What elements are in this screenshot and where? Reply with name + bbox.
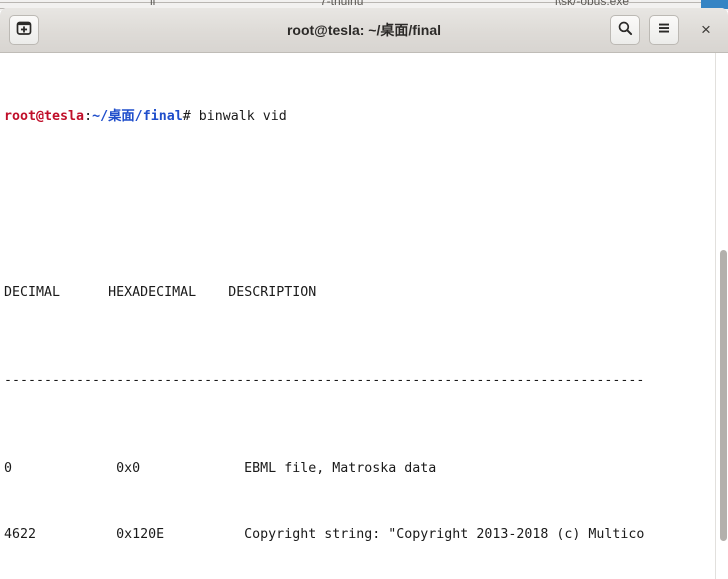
background-window-text-fragment-2: 7-thulhu xyxy=(320,0,363,5)
titlebar-right-buttons: × xyxy=(610,8,728,52)
terminal-output: root@tesla:~/桌面/final# binwalk vid DECIM… xyxy=(4,62,716,579)
close-button[interactable]: × xyxy=(692,16,720,44)
terminal-body[interactable]: root@tesla:~/桌面/final# binwalk vid DECIM… xyxy=(0,53,728,579)
background-window-text-fragment-3: l\sk/-opus.exe xyxy=(555,0,629,5)
menu-button[interactable] xyxy=(649,15,679,45)
column-header-hexadecimal: HEXADECIMAL xyxy=(108,285,197,300)
prompt-user-host: root@tesla xyxy=(4,109,85,124)
output-line: 0 0x0 EBML file, Matroska data xyxy=(4,461,437,476)
prompt-colon: : xyxy=(84,109,93,124)
hamburger-menu-icon xyxy=(656,20,672,40)
prompt-line: root@tesla:~/桌面/final# binwalk vid xyxy=(4,106,716,128)
search-button[interactable] xyxy=(610,15,640,45)
new-terminal-button[interactable] xyxy=(9,15,39,45)
terminal-scrollbar[interactable] xyxy=(715,53,728,579)
prompt-sigil: # xyxy=(182,109,199,124)
new-terminal-icon xyxy=(16,20,32,40)
column-gap-1 xyxy=(60,285,108,300)
search-icon xyxy=(617,20,633,40)
column-header-description: DESCRIPTION xyxy=(228,285,317,300)
output-line: 4622 0x120E Copyright string: "Copyright… xyxy=(4,527,645,542)
column-header-row: DECIMAL HEXADECIMAL DESCRIPTION xyxy=(4,282,716,304)
separator-line: ----------------------------------------… xyxy=(4,373,645,388)
column-header-decimal: DECIMAL xyxy=(4,285,61,300)
scrollbar-thumb[interactable] xyxy=(720,250,727,541)
prompt-command: binwalk vid xyxy=(198,109,287,124)
close-icon: × xyxy=(701,20,711,39)
background-window-text-fragment-1: ll xyxy=(150,0,155,5)
prompt-path: ~/桌面/final xyxy=(92,109,183,124)
terminal-window: root@tesla: ~/桌面/final × root@tesla:~/桌面… xyxy=(0,8,728,579)
window-titlebar[interactable]: root@tesla: ~/桌面/final × xyxy=(0,8,728,53)
column-gap-2 xyxy=(196,285,228,300)
